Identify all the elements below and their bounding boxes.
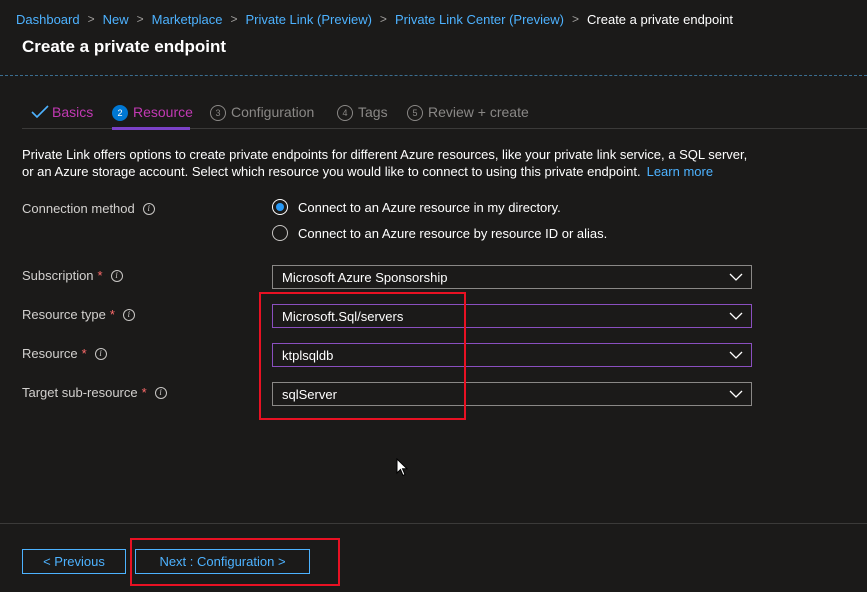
target-sub-resource-dropdown[interactable]: sqlServer: [272, 382, 752, 406]
required-marker: *: [141, 385, 147, 400]
resource-type-dropdown[interactable]: Microsoft.Sql/servers: [272, 304, 752, 328]
step-number-icon: 2: [112, 105, 128, 121]
breadcrumb-separator: >: [572, 12, 580, 26]
breadcrumb-separator: >: [136, 12, 144, 26]
tab-resource[interactable]: 2 Resource: [112, 104, 193, 128]
target-sub-resource-value: sqlServer: [282, 386, 337, 402]
radio-connect-directory[interactable]: Connect to an Azure resource in my direc…: [272, 199, 561, 215]
tab-resource-label: Resource: [133, 104, 193, 120]
chevron-down-icon: [729, 273, 743, 281]
resource-dropdown[interactable]: ktplsqldb: [272, 343, 752, 367]
page-title: Create a private endpoint: [22, 37, 227, 56]
info-icon[interactable]: i: [142, 202, 155, 215]
step-number-icon: 3: [210, 105, 226, 121]
step-number-icon: 4: [337, 105, 353, 121]
required-marker: *: [97, 268, 103, 283]
info-icon[interactable]: i: [110, 269, 123, 282]
tab-basics-label: Basics: [52, 104, 94, 120]
tab-configuration-label: Configuration: [231, 104, 315, 120]
resource-type-label: Resource type * i: [22, 307, 135, 322]
tab-review-create-label: Review + create: [428, 104, 529, 120]
subscription-dropdown[interactable]: Microsoft Azure Sponsorship: [272, 265, 752, 289]
target-sub-resource-label: Target sub-resource * i: [22, 385, 167, 400]
tab-configuration[interactable]: 3 Configuration: [210, 104, 314, 128]
breadcrumb-separator: >: [379, 12, 387, 26]
breadcrumb-new[interactable]: New: [103, 12, 129, 27]
next-configuration-button[interactable]: Next : Configuration >: [135, 549, 310, 574]
tab-tags[interactable]: 4 Tags: [337, 104, 388, 128]
learn-more-link[interactable]: Learn more: [647, 164, 713, 179]
radio-button-selected[interactable]: [272, 199, 288, 215]
breadcrumb-private-link[interactable]: Private Link (Preview): [245, 12, 371, 27]
required-marker: *: [81, 346, 87, 361]
title-divider: [0, 75, 867, 76]
connection-method-label-text: Connection method: [22, 201, 135, 216]
resource-type-value: Microsoft.Sql/servers: [282, 308, 404, 324]
breadcrumb-dashboard[interactable]: Dashboard: [16, 12, 80, 27]
step-number-icon: 5: [407, 105, 423, 121]
radio-connect-resource-id[interactable]: Connect to an Azure resource by resource…: [272, 225, 607, 241]
info-icon[interactable]: i: [154, 386, 167, 399]
resource-value: ktplsqldb: [282, 347, 334, 363]
breadcrumb-current: Create a private endpoint: [587, 11, 733, 27]
info-icon[interactable]: i: [122, 308, 135, 321]
resource-label: Resource * i: [22, 346, 107, 361]
target-sub-resource-label-text: Target sub-resource: [22, 385, 138, 400]
chevron-down-icon: [729, 351, 743, 359]
description-body: Private Link offers options to create pr…: [22, 147, 748, 179]
connection-method-label: Connection method i: [22, 201, 155, 216]
tab-basics[interactable]: Basics: [30, 104, 93, 128]
wizard-tabs: Basics 2 Resource 3 Configuration 4 Tags…: [22, 104, 867, 130]
breadcrumb-private-link-center[interactable]: Private Link Center (Preview): [395, 12, 564, 27]
description-text: Private Link offers options to create pr…: [22, 146, 762, 180]
breadcrumb: Dashboard > New > Marketplace > Private …: [16, 11, 733, 27]
active-tab-indicator: [112, 127, 190, 130]
footer-divider: [0, 523, 867, 524]
resource-type-label-text: Resource type: [22, 307, 106, 322]
required-marker: *: [109, 307, 115, 322]
resource-label-text: Resource: [22, 346, 78, 361]
mouse-cursor-icon: [396, 458, 408, 477]
tab-review-create[interactable]: 5 Review + create: [407, 104, 529, 128]
breadcrumb-separator: >: [230, 12, 238, 26]
tab-tags-label: Tags: [358, 104, 388, 120]
radio-button[interactable]: [272, 225, 288, 241]
checkmark-icon: [31, 105, 49, 119]
chevron-down-icon: [729, 312, 743, 320]
subscription-label-text: Subscription: [22, 268, 94, 283]
previous-button[interactable]: < Previous: [22, 549, 126, 574]
chevron-down-icon: [729, 390, 743, 398]
info-icon[interactable]: i: [94, 347, 107, 360]
radio-connect-directory-label: Connect to an Azure resource in my direc…: [298, 199, 561, 215]
subscription-value: Microsoft Azure Sponsorship: [282, 269, 448, 285]
breadcrumb-separator: >: [87, 12, 95, 26]
radio-connect-resource-id-label: Connect to an Azure resource by resource…: [298, 225, 608, 241]
subscription-label: Subscription * i: [22, 268, 123, 283]
breadcrumb-marketplace[interactable]: Marketplace: [152, 12, 223, 27]
